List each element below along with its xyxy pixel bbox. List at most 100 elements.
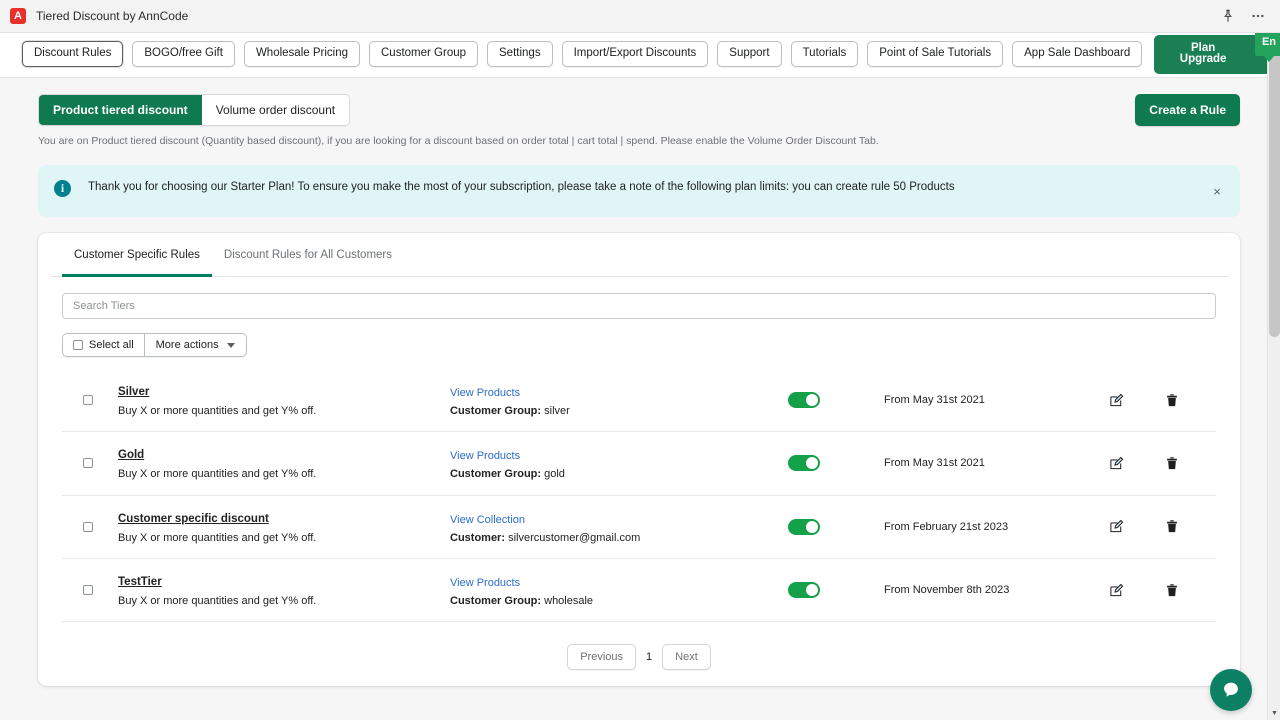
create-a-rule-button[interactable]: Create a Rule (1135, 94, 1240, 126)
scroll-down-icon[interactable]: ▼ (1268, 707, 1280, 720)
language-badge-en[interactable]: En (1255, 33, 1280, 56)
row-date: From May 31st 2021 (884, 457, 985, 470)
nav-button-app-sale-dashboard[interactable]: App Sale Dashboard (1012, 41, 1143, 67)
bulk-actions-group: Select all More actions (62, 333, 247, 358)
edit-icon[interactable] (1108, 392, 1124, 408)
next-page-button[interactable]: Next (662, 644, 711, 671)
row-select-cell (62, 521, 114, 532)
row-actions-cell (1084, 519, 1216, 535)
table-row: Customer specific discount Buy X or more… (62, 496, 1216, 559)
row-actions-cell (1084, 392, 1216, 408)
delete-icon[interactable] (1164, 582, 1180, 598)
nav-button-wholesale-pricing[interactable]: Wholesale Pricing (243, 41, 360, 67)
previous-page-button[interactable]: Previous (567, 644, 637, 671)
plan-limit-banner-text: Thank you for choosing our Starter Plan!… (88, 181, 955, 194)
window-titlebar: A Tiered Discount by AnnCode (0, 0, 1280, 33)
row-meta-value: wholesale (544, 595, 594, 608)
tab-volume-order-discount[interactable]: Volume order discount (201, 95, 350, 126)
row-actions-cell (1084, 455, 1216, 471)
row-meta-cell: View Products Customer Group: gold (450, 446, 780, 480)
tab-customer-specific-rules[interactable]: Customer Specific Rules (62, 233, 212, 278)
row-checkbox[interactable] (83, 395, 93, 406)
rules-table: Silver Buy X or more quantities and get … (62, 369, 1216, 623)
row-toggle-cell (780, 582, 884, 599)
nav-button-import-export-discounts[interactable]: Import/Export Discounts (561, 41, 709, 67)
rule-name-link[interactable]: Gold (118, 449, 144, 461)
delete-icon[interactable] (1164, 455, 1180, 471)
scrollbar-thumb[interactable] (1269, 47, 1280, 337)
row-date: From February 21st 2023 (884, 520, 1009, 533)
discount-type-row: Product tiered discount Volume order dis… (38, 94, 1240, 127)
rule-enabled-toggle[interactable] (788, 455, 820, 472)
nav-button-discount-rules[interactable]: Discount Rules (22, 41, 124, 67)
nav-button-point-of-sale-tutorials[interactable]: Point of Sale Tutorials (867, 41, 1004, 67)
edit-icon[interactable] (1108, 582, 1124, 598)
row-date: From November 8th 2023 (884, 584, 1010, 597)
row-select-cell (62, 458, 114, 469)
vertical-scrollbar[interactable]: ▲ ▼ (1267, 33, 1280, 720)
tab-product-tiered-discount[interactable]: Product tiered discount (39, 95, 202, 126)
plan-upgrade-wrapper: Plan Upgrade En (1154, 33, 1280, 74)
row-checkbox[interactable] (83, 585, 93, 596)
delete-icon[interactable] (1164, 519, 1180, 535)
row-meta-label: Customer Group: (450, 405, 542, 418)
row-date: From May 31st 2021 (884, 394, 985, 407)
toggle-knob (806, 394, 818, 407)
tab-discount-rules-all-customers[interactable]: Discount Rules for All Customers (212, 233, 404, 277)
rule-enabled-toggle[interactable] (788, 518, 820, 535)
more-actions-button[interactable]: More actions (143, 333, 247, 358)
nav-button-settings[interactable]: Settings (487, 41, 553, 67)
rule-name-link[interactable]: TestTier (118, 576, 162, 588)
view-products-link[interactable]: View Products (450, 577, 520, 589)
more-horizontal-icon[interactable] (1250, 8, 1266, 24)
row-meta-line: Customer: silvercustomer@gmail.com (450, 532, 780, 544)
row-title-cell: TestTier Buy X or more quantities and ge… (114, 572, 450, 608)
select-all-button[interactable]: Select all (62, 333, 144, 358)
nav-button-support[interactable]: Support (717, 41, 782, 67)
row-select-cell (62, 585, 114, 596)
rule-description: Buy X or more quantities and get Y% off. (118, 531, 317, 544)
info-icon: i (54, 180, 71, 198)
rule-description: Buy X or more quantities and get Y% off. (118, 468, 317, 481)
window-title: Tiered Discount by AnnCode (36, 9, 189, 23)
edit-icon[interactable] (1108, 519, 1124, 535)
rule-enabled-toggle[interactable] (788, 392, 820, 409)
app-logo-icon: A (10, 8, 26, 24)
rule-enabled-toggle[interactable] (788, 582, 820, 599)
pagination: Previous 1 Next (62, 644, 1216, 671)
more-actions-label: More actions (155, 339, 219, 352)
pin-icon[interactable] (1220, 8, 1236, 24)
row-checkbox[interactable] (83, 521, 93, 532)
view-collection-link[interactable]: View Collection (450, 514, 525, 526)
delete-icon[interactable] (1164, 392, 1180, 408)
row-meta-cell: View Products Customer Group: wholesale (450, 573, 780, 607)
row-checkbox[interactable] (83, 458, 93, 469)
edit-icon[interactable] (1108, 455, 1124, 471)
chat-bubble-icon[interactable] (1210, 669, 1252, 711)
select-all-checkbox[interactable] (73, 340, 83, 351)
rule-name-link[interactable]: Silver (118, 386, 149, 398)
search-input[interactable] (62, 293, 1216, 320)
nav-button-customer-group[interactable]: Customer Group (369, 41, 479, 67)
row-meta-line: Customer Group: silver (450, 405, 780, 417)
close-icon[interactable]: × (1208, 182, 1226, 200)
row-title-cell: Gold Buy X or more quantities and get Y%… (114, 445, 450, 481)
row-title-cell: Customer specific discount Buy X or more… (114, 509, 450, 545)
view-products-link[interactable]: View Products (450, 450, 520, 462)
table-row: Gold Buy X or more quantities and get Y%… (62, 432, 1216, 496)
row-meta-value: silvercustomer@gmail.com (508, 531, 641, 544)
nav-button-tutorials[interactable]: Tutorials (790, 41, 859, 67)
rule-name-link[interactable]: Customer specific discount (118, 513, 269, 525)
row-meta-cell: View Collection Customer: silvercustomer… (450, 510, 780, 544)
page-content: Product tiered discount Volume order dis… (0, 78, 1280, 687)
chevron-down-icon (226, 342, 235, 348)
row-title-cell: Silver Buy X or more quantities and get … (114, 382, 450, 418)
view-products-link[interactable]: View Products (450, 387, 520, 399)
discount-type-segmented-control: Product tiered discount Volume order dis… (38, 94, 351, 127)
row-meta-label: Customer Group: (450, 468, 542, 481)
bulk-actions-row: Select all More actions (62, 333, 1216, 358)
row-meta-value: silver (544, 405, 570, 418)
row-actions-cell (1084, 582, 1216, 598)
nav-button-bogo-free-gift[interactable]: BOGO/free Gift (132, 41, 235, 67)
row-toggle-cell (780, 455, 884, 472)
